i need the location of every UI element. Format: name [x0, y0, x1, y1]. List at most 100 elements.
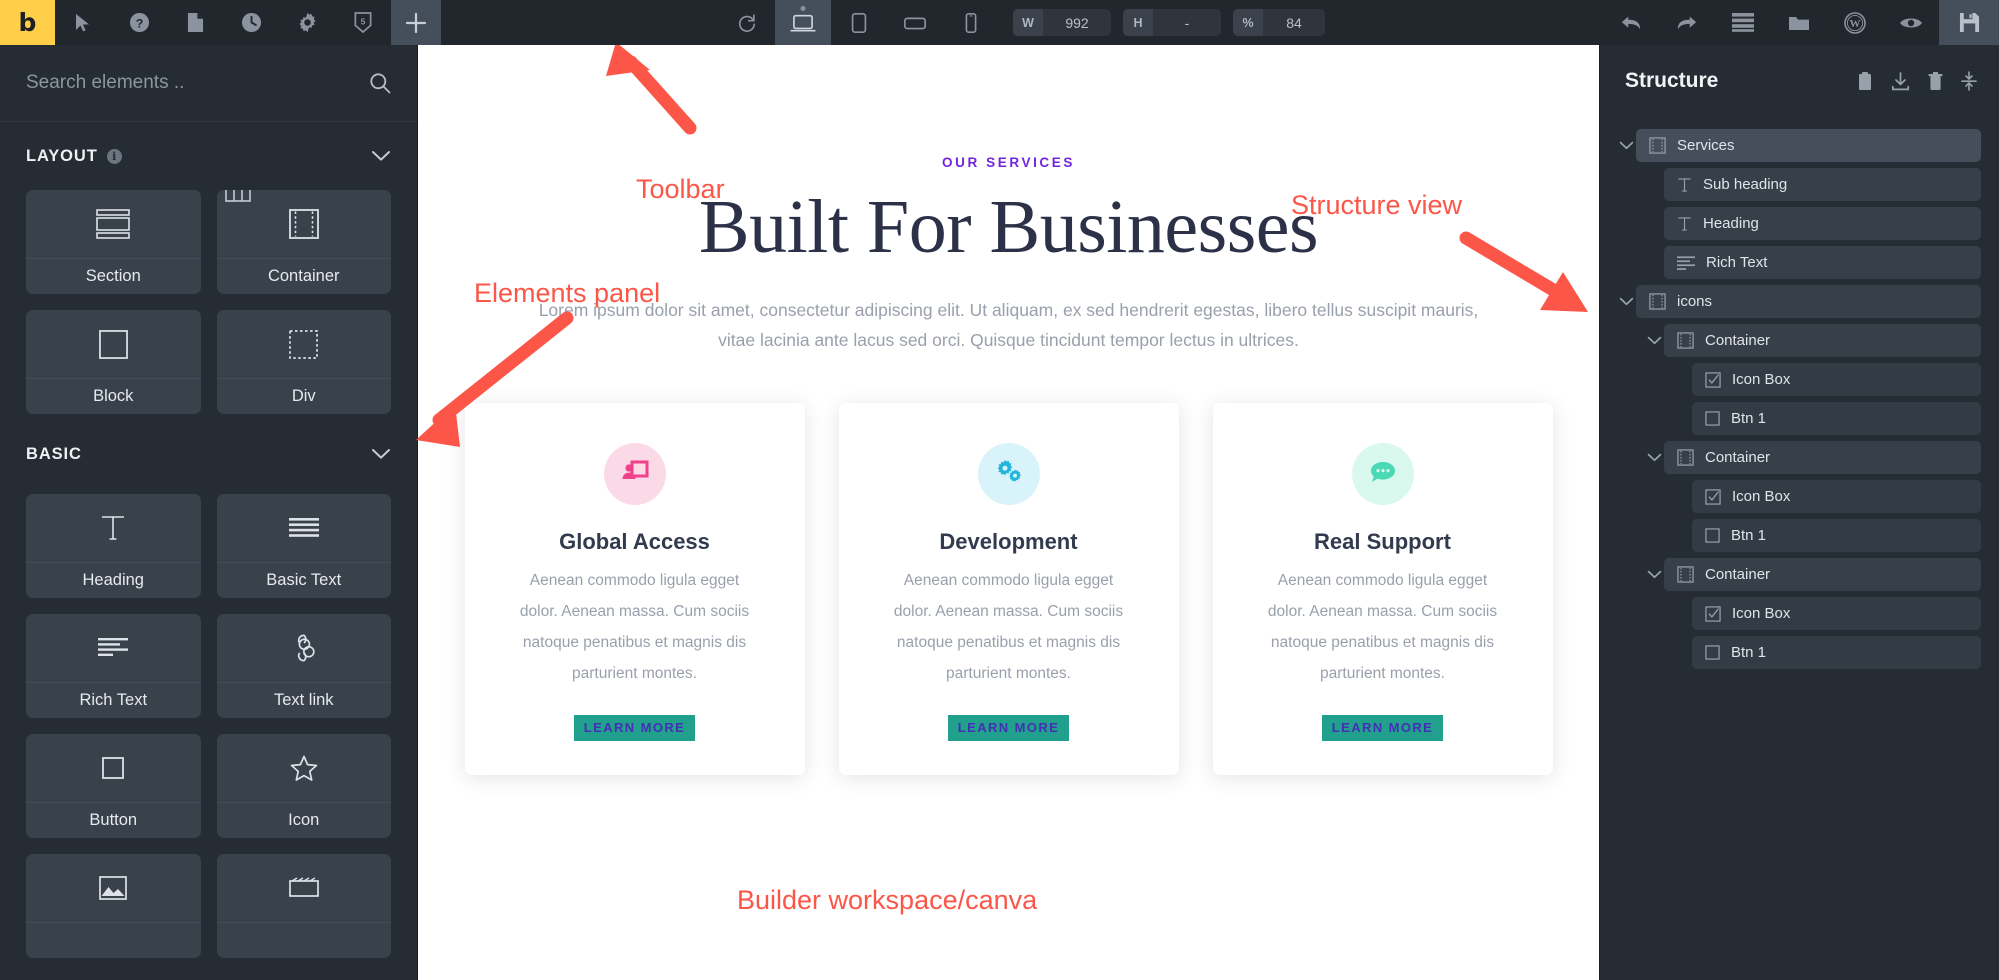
element-tile-video[interactable] — [217, 854, 392, 958]
height-value[interactable]: - — [1153, 15, 1221, 31]
card-text[interactable]: Aenean commodo ligula egget dolor. Aenea… — [511, 565, 759, 689]
tablet-landscape-icon[interactable] — [887, 0, 943, 45]
collapse-all-icon[interactable] — [1961, 71, 1977, 91]
element-tile-div[interactable]: Div — [217, 310, 392, 414]
chevron-down-icon[interactable] — [371, 448, 391, 460]
width-field[interactable]: W 992 — [1013, 9, 1111, 36]
tablet-portrait-icon[interactable] — [831, 0, 887, 45]
canvas-heading[interactable]: Built For Businesses — [699, 184, 1318, 271]
canvas-eyebrow[interactable]: OUR SERVICES — [942, 155, 1075, 170]
css-icon[interactable]: 5 — [335, 0, 391, 45]
structure-node[interactable]: Container — [1616, 324, 1981, 357]
builder-canvas[interactable]: OUR SERVICES Built For Businesses Lorem … — [418, 45, 1599, 980]
clipboard-icon[interactable] — [1857, 72, 1873, 91]
learn-more-button[interactable]: LEARN MORE — [948, 715, 1069, 741]
desktop-icon[interactable] — [775, 0, 831, 45]
structure-node[interactable]: Btn 1 — [1616, 636, 1981, 669]
card-text[interactable]: Aenean commodo ligula egget dolor. Aenea… — [1259, 565, 1507, 689]
element-tile-container[interactable]: Container — [217, 190, 392, 294]
structure-node[interactable]: Btn 1 — [1616, 402, 1981, 435]
mobile-icon[interactable] — [943, 0, 999, 45]
structure-node[interactable]: Container — [1616, 441, 1981, 474]
zoom-field[interactable]: % 84 — [1233, 9, 1325, 36]
structure-node[interactable]: Sub heading — [1616, 168, 1981, 201]
download-icon[interactable] — [1891, 72, 1910, 91]
help-icon[interactable]: ? — [111, 0, 167, 45]
structure-node-pill[interactable]: Heading — [1664, 207, 1981, 240]
folder-icon[interactable] — [1771, 0, 1827, 45]
structure-node-pill[interactable]: Sub heading — [1664, 168, 1981, 201]
structure-node[interactable]: Rich Text — [1616, 246, 1981, 279]
element-tile-button[interactable]: Button — [26, 734, 201, 838]
chevron-down-icon[interactable] — [1616, 141, 1636, 150]
service-card[interactable]: Real Support Aenean commodo ligula egget… — [1213, 403, 1553, 775]
service-card[interactable]: Development Aenean commodo ligula egget … — [839, 403, 1179, 775]
element-tile-text-link[interactable]: Text link — [217, 614, 392, 718]
page-icon[interactable] — [167, 0, 223, 45]
refresh-icon[interactable] — [719, 0, 775, 45]
cursor-icon[interactable] — [55, 0, 111, 45]
trash-icon[interactable] — [1928, 72, 1943, 91]
card-text[interactable]: Aenean commodo ligula egget dolor. Aenea… — [885, 565, 1133, 689]
service-card[interactable]: Global Access Aenean commodo ligula egge… — [465, 403, 805, 775]
element-tile-section[interactable]: Section — [26, 190, 201, 294]
menu-icon[interactable] — [1715, 0, 1771, 45]
element-tile-rich-text[interactable]: Rich Text — [26, 614, 201, 718]
search-input[interactable] — [26, 72, 369, 94]
undo-icon[interactable] — [1603, 0, 1659, 45]
height-field[interactable]: H - — [1123, 9, 1221, 36]
structure-node[interactable]: Icon Box — [1616, 597, 1981, 630]
card-title[interactable]: Development — [939, 529, 1077, 555]
element-tile-heading[interactable]: Heading — [26, 494, 201, 598]
history-icon[interactable] — [223, 0, 279, 45]
structure-node-pill[interactable]: Btn 1 — [1692, 519, 1981, 552]
section-header-layout[interactable]: LAYOUT i — [26, 122, 391, 190]
structure-node-pill[interactable]: Rich Text — [1664, 246, 1981, 279]
structure-node-pill[interactable]: Icon Box — [1692, 363, 1981, 396]
chevron-down-icon[interactable] — [1644, 336, 1664, 345]
element-tile-block[interactable]: Block — [26, 310, 201, 414]
canvas-lead-text[interactable]: Lorem ipsum dolor sit amet, consectetur … — [529, 295, 1489, 355]
settings-gear-icon[interactable] — [279, 0, 335, 45]
wordpress-icon[interactable]: W — [1827, 0, 1883, 45]
learn-more-button[interactable]: LEARN MORE — [1322, 715, 1443, 741]
structure-node[interactable]: Icon Box — [1616, 363, 1981, 396]
element-tile-basic-text[interactable]: Basic Text — [217, 494, 392, 598]
structure-node[interactable]: icons — [1616, 285, 1981, 318]
structure-node[interactable]: Heading — [1616, 207, 1981, 240]
save-icon[interactable] — [1939, 0, 1999, 45]
structure-node[interactable]: Btn 1 — [1616, 519, 1981, 552]
chevron-down-icon[interactable] — [1616, 297, 1636, 306]
structure-node-pill[interactable]: Icon Box — [1692, 480, 1981, 513]
structure-node-pill[interactable]: Container — [1664, 558, 1981, 591]
chevron-down-icon[interactable] — [371, 150, 391, 162]
card-title[interactable]: Global Access — [559, 529, 710, 555]
search-icon[interactable] — [369, 72, 391, 94]
chevron-down-icon[interactable] — [1644, 570, 1664, 579]
structure-node-pill[interactable]: Btn 1 — [1692, 636, 1981, 669]
plus-icon[interactable] — [391, 0, 441, 45]
structure-node-pill[interactable]: icons — [1636, 285, 1981, 318]
structure-node[interactable]: Icon Box — [1616, 480, 1981, 513]
structure-node[interactable]: Container — [1616, 558, 1981, 591]
eye-icon[interactable] — [1883, 0, 1939, 45]
structure-node-pill[interactable]: Services — [1636, 129, 1981, 162]
learn-more-button[interactable]: LEARN MORE — [574, 715, 695, 741]
structure-tree[interactable]: Services Sub heading Heading Rich Text icons… — [1600, 117, 1999, 980]
structure-node[interactable]: Services — [1616, 129, 1981, 162]
structure-node-pill[interactable]: Container — [1664, 324, 1981, 357]
chevron-down-icon[interactable] — [1644, 453, 1664, 462]
structure-node-pill[interactable]: Btn 1 — [1692, 402, 1981, 435]
section-header-basic[interactable]: BASIC — [26, 414, 391, 494]
elements-scroll[interactable]: LAYOUT i Section — [0, 122, 417, 980]
element-tile-icon[interactable]: Icon — [217, 734, 392, 838]
width-value[interactable]: 992 — [1043, 15, 1111, 31]
zoom-value[interactable]: 84 — [1263, 15, 1325, 31]
structure-node-pill[interactable]: Icon Box — [1692, 597, 1981, 630]
info-icon[interactable]: i — [107, 149, 122, 164]
element-tile-image[interactable] — [26, 854, 201, 958]
structure-node-pill[interactable]: Container — [1664, 441, 1981, 474]
redo-icon[interactable] — [1659, 0, 1715, 45]
card-title[interactable]: Real Support — [1314, 529, 1451, 555]
brand-logo[interactable]: b — [0, 0, 55, 45]
